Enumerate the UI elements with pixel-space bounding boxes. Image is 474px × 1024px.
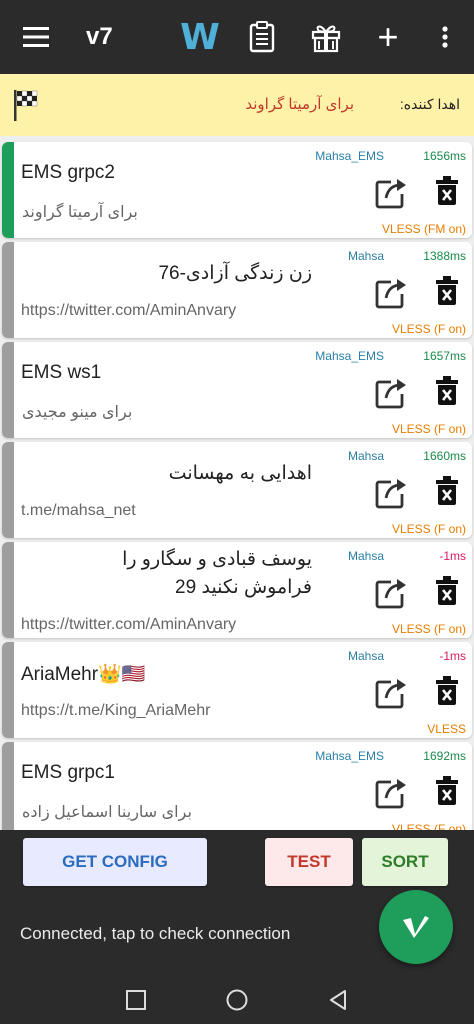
server-remark: https://twitter.com/AminAnvary	[21, 616, 237, 633]
card-strip	[2, 742, 14, 830]
home-icon[interactable]	[225, 988, 249, 1012]
donor-banner: برای آرمیتا گراوند اهدا کننده:	[0, 74, 474, 136]
server-protocol: VLESS (F on)	[391, 322, 466, 336]
server-card[interactable]: یوسف قبادی و سگارو را فراموش نکنید 29 ht…	[2, 542, 472, 638]
app-toolbar: v7 W +	[0, 0, 474, 74]
server-delay: 1388ms	[423, 249, 466, 263]
connection-status-text[interactable]: Connected, tap to check connection	[20, 924, 290, 944]
server-protocol: VLESS (F on)	[391, 522, 466, 536]
server-card[interactable]: اهدایی به مهسانت t.me/mahsa_net Mahsa 16…	[2, 442, 472, 538]
delete-icon[interactable]	[432, 574, 462, 608]
card-strip	[2, 442, 14, 538]
server-remark: https://twitter.com/AminAnvary	[21, 302, 237, 319]
share-icon[interactable]	[374, 476, 408, 510]
server-delay: 1656ms	[423, 149, 466, 163]
server-protocol: VLESS (F on)	[391, 622, 466, 636]
server-list[interactable]: EMS grpc2 برای آرمیتا گراوند Mahsa_EMS 1…	[0, 136, 474, 830]
server-name: EMS grpc2	[21, 162, 115, 183]
w-logo-icon[interactable]: W	[176, 0, 224, 74]
action-bar: GET CONFIG TEST SORT	[0, 830, 474, 894]
server-name: زن زندگی آزادی-76	[158, 263, 312, 284]
server-group: Mahsa_EMS	[315, 749, 384, 763]
server-remark: https://t.me/King_AriaMehr	[21, 702, 211, 719]
more-vert-icon[interactable]	[428, 0, 462, 74]
share-icon[interactable]	[374, 176, 408, 210]
server-group: Mahsa	[347, 249, 384, 263]
card-strip	[2, 642, 14, 738]
server-name: EMS ws1	[21, 362, 102, 383]
server-card[interactable]: EMS grpc2 برای آرمیتا گراوند Mahsa_EMS 1…	[2, 142, 472, 238]
delete-icon[interactable]	[432, 474, 462, 508]
server-card[interactable]: EMS ws1 برای مینو مجیدی Mahsa_EMS 1657ms…	[2, 342, 472, 438]
server-name: AriaMehr👑🇺🇸	[21, 664, 146, 685]
server-delay: 1660ms	[423, 449, 466, 463]
server-group: Mahsa_EMS	[315, 349, 384, 363]
server-name: اهدایی به مهسانت	[168, 463, 312, 484]
server-card[interactable]: EMS grpc1 برای سارینا اسماعیل زاده Mahsa…	[2, 742, 472, 830]
share-icon[interactable]	[374, 776, 408, 810]
server-group: Mahsa_EMS	[315, 149, 384, 163]
server-group: Mahsa	[347, 649, 384, 663]
server-protocol: VLESS (FM on)	[381, 222, 466, 236]
selected-indicator	[2, 142, 14, 238]
app-title: v7	[86, 23, 113, 50]
server-remark: برای مینو مجیدی	[22, 404, 133, 421]
card-strip	[2, 342, 14, 438]
get-config-button[interactable]: GET CONFIG	[23, 838, 207, 886]
checkered-flag-icon	[12, 88, 42, 122]
share-icon[interactable]	[374, 676, 408, 710]
server-protocol: VLESS	[427, 722, 466, 736]
server-name: EMS grpc1	[21, 762, 115, 783]
server-remark: t.me/mahsa_net	[21, 502, 136, 519]
menu-icon[interactable]	[14, 0, 58, 74]
server-card[interactable]: زن زندگی آزادی-76 https://twitter.com/Am…	[2, 242, 472, 338]
server-delay: -1ms	[439, 549, 466, 563]
clipboard-icon[interactable]	[240, 0, 284, 74]
card-strip	[2, 242, 14, 338]
server-card[interactable]: AriaMehr👑🇺🇸 https://t.me/King_AriaMehr M…	[2, 642, 472, 738]
server-delay: -1ms	[439, 649, 466, 663]
server-remark: برای آرمیتا گراوند	[22, 204, 138, 221]
server-name: یوسف قبادی و سگارو را فراموش نکنید 29	[122, 549, 312, 598]
share-icon[interactable]	[374, 576, 408, 610]
donor-label: اهدا کننده:	[399, 96, 460, 112]
server-group: Mahsa	[347, 449, 384, 463]
donor-name: برای آرمیتا گراوند	[245, 96, 354, 113]
card-strip	[2, 542, 14, 638]
server-remark: برای سارینا اسماعیل زاده	[22, 804, 192, 821]
delete-icon[interactable]	[432, 174, 462, 208]
add-config-button[interactable]: +	[366, 0, 410, 74]
share-icon[interactable]	[374, 276, 408, 310]
server-protocol: VLESS (F on)	[391, 822, 466, 830]
gift-icon[interactable]	[302, 0, 350, 74]
back-icon[interactable]	[326, 988, 350, 1012]
sort-button[interactable]: SORT	[362, 838, 448, 886]
system-nav-bar	[0, 974, 474, 1024]
delete-icon[interactable]	[432, 774, 462, 808]
server-protocol: VLESS (F on)	[391, 422, 466, 436]
delete-icon[interactable]	[432, 274, 462, 308]
v-logo-icon	[403, 916, 429, 938]
share-icon[interactable]	[374, 376, 408, 410]
delete-icon[interactable]	[432, 374, 462, 408]
server-delay: 1657ms	[423, 349, 466, 363]
server-delay: 1692ms	[423, 749, 466, 763]
test-button[interactable]: TEST	[265, 838, 353, 886]
recents-icon[interactable]	[124, 988, 148, 1012]
server-group: Mahsa	[347, 549, 384, 563]
delete-icon[interactable]	[432, 674, 462, 708]
connect-toggle-button[interactable]	[379, 890, 453, 964]
